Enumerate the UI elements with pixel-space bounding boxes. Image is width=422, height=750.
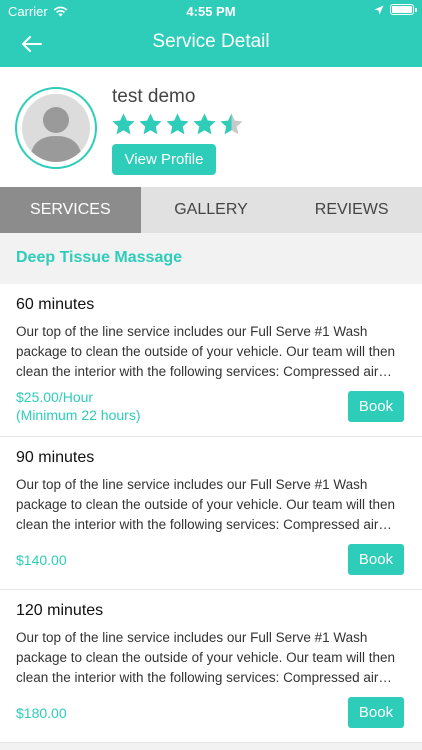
status-bar: Carrier 4:55 PM [0, 0, 422, 22]
star-icon [166, 113, 189, 135]
rating-stars [111, 112, 244, 137]
service-price: $180.00 [16, 704, 67, 722]
service-description: Our top of the line service includes our… [16, 324, 395, 379]
status-time: 4:55 PM [186, 4, 236, 19]
profile-section: test demo View Profile [0, 67, 422, 187]
service-price-value: $25.00/Hour [16, 389, 94, 405]
category-title: Deep Tissue Massage [16, 249, 183, 266]
service-duration: 90 minutes [16, 449, 95, 466]
status-right [374, 4, 417, 15]
service-card: 60 minutes Our top of the line service i… [0, 284, 422, 437]
service-duration: 120 minutes [16, 602, 104, 619]
location-arrow-icon [374, 5, 384, 14]
category-header: Deep Tissue Massage [0, 233, 422, 284]
page-title: Service Detail [152, 31, 270, 52]
tab-gallery[interactable]: GALLERY [141, 187, 282, 233]
service-description: Our top of the line service includes our… [16, 477, 395, 532]
service-card: 90 minutes Our top of the line service i… [0, 437, 422, 590]
service-price-value: $140.00 [16, 552, 67, 568]
star-icon [193, 113, 216, 135]
service-price: $25.00/Hour (Minimum 22 hours) [16, 388, 140, 424]
avatar-placeholder-icon [22, 94, 90, 162]
book-button[interactable]: Book [348, 391, 404, 422]
service-price-note: (Minimum 22 hours) [16, 407, 141, 423]
star-icon [112, 113, 135, 135]
battery-icon [390, 4, 417, 15]
avatar [15, 87, 97, 169]
view-profile-button[interactable]: View Profile [112, 144, 216, 175]
service-price-value: $180.00 [16, 705, 67, 721]
service-duration: 60 minutes [16, 296, 95, 313]
header: Carrier 4:55 PM Service Detail [0, 0, 422, 67]
tab-bar: SERVICES GALLERY REVIEWS [0, 187, 422, 233]
provider-name: test demo [112, 86, 196, 107]
star-icon [220, 113, 243, 135]
book-button[interactable]: Book [348, 544, 404, 575]
book-button[interactable]: Book [348, 697, 404, 728]
nav-bar: Service Detail [0, 22, 422, 67]
service-price: $140.00 [16, 551, 67, 569]
tab-reviews[interactable]: REVIEWS [281, 187, 422, 233]
service-card: 120 minutes Our top of the line service … [0, 590, 422, 743]
star-icon [139, 113, 162, 135]
service-description: Our top of the line service includes our… [16, 630, 395, 685]
tab-services[interactable]: SERVICES [0, 187, 141, 233]
